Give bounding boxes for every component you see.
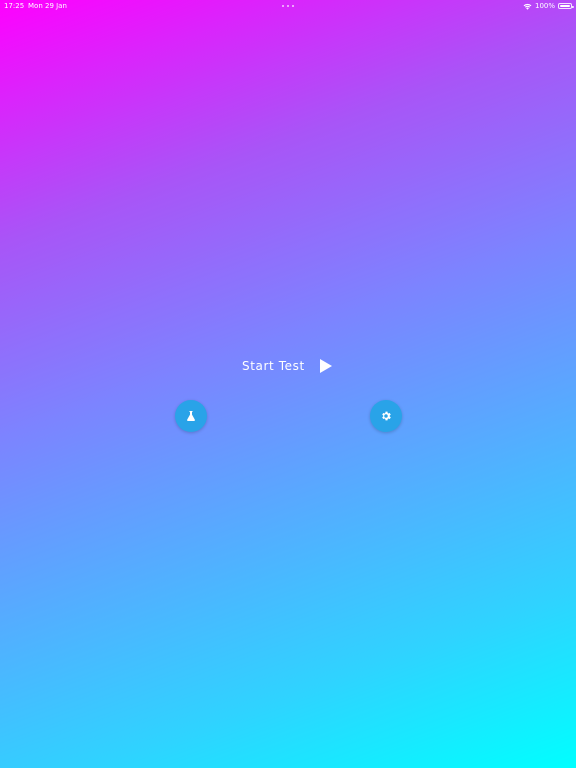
settings-button[interactable] <box>370 400 402 432</box>
gear-icon <box>382 411 391 421</box>
start-test-button[interactable]: Start Test <box>242 356 332 376</box>
start-test-label: Start Test <box>242 359 305 373</box>
status-date: Mon 29 Jan <box>28 2 67 10</box>
status-right: 100% <box>523 0 574 12</box>
battery-percentage: 100% <box>534 2 555 10</box>
wifi-icon <box>523 3 532 10</box>
flask-icon <box>187 411 195 421</box>
lab-button[interactable] <box>175 400 207 432</box>
multitasking-dots[interactable] <box>282 5 294 8</box>
battery-icon <box>558 3 574 9</box>
status-time: 17:25 <box>4 2 25 10</box>
dot <box>291 5 294 8</box>
status-bar: 17:25 Mon 29 Jan 100% <box>0 0 576 12</box>
dot <box>282 5 285 8</box>
battery-fill <box>560 5 570 7</box>
dot <box>286 5 290 8</box>
play-icon <box>319 359 332 373</box>
